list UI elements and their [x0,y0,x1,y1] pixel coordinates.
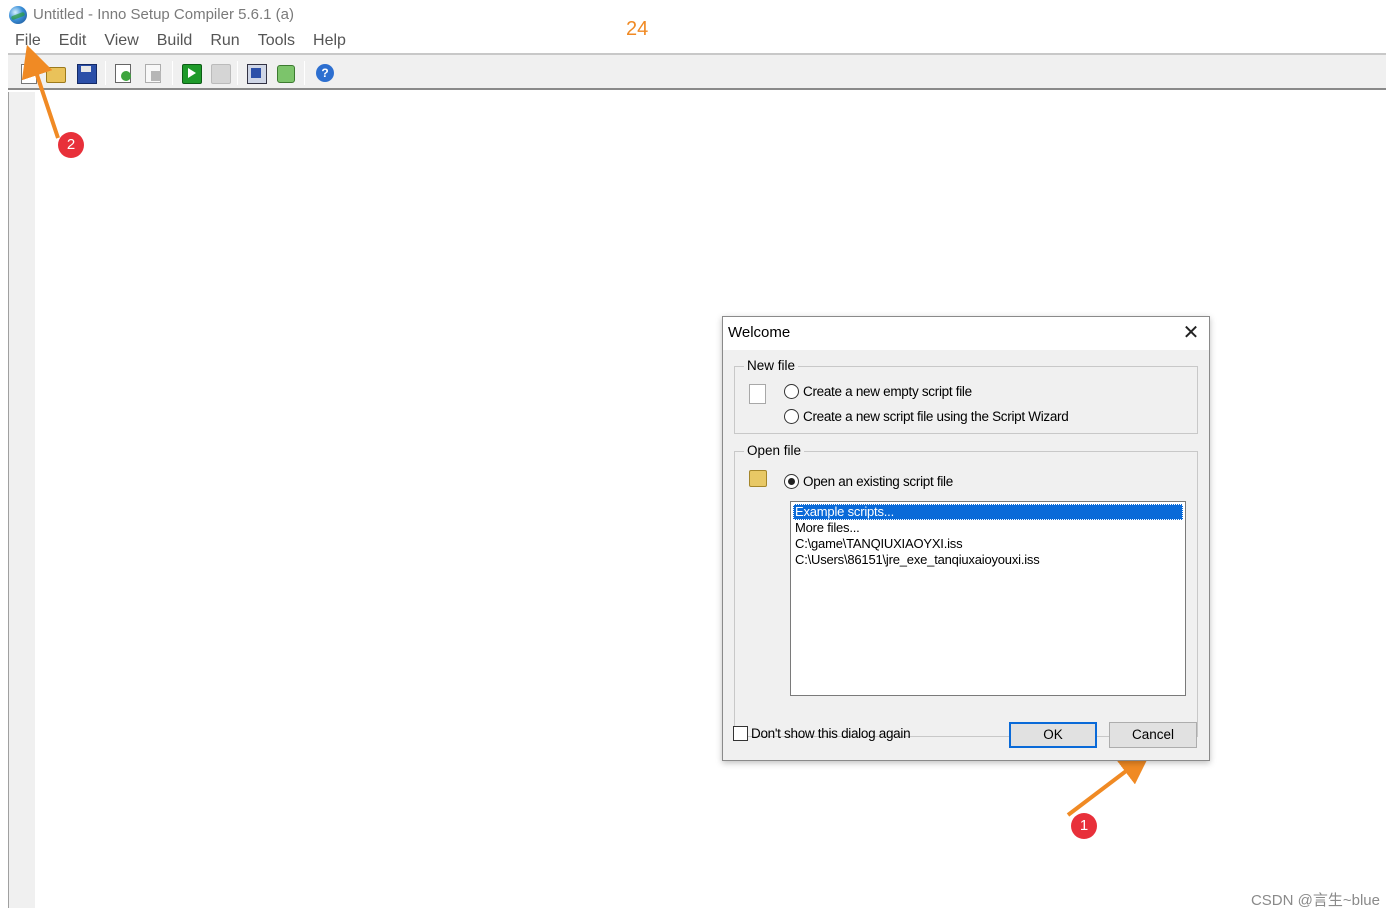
checkbox-label: Don't show this dialog again [751,726,911,741]
open-folder-icon[interactable] [44,62,66,84]
toolbar-separator [237,61,238,85]
radio-label: Create a new script file using the Scrip… [803,408,1069,424]
menu-tools[interactable]: Tools [249,30,304,52]
list-item[interactable]: Example scripts... [793,504,1183,520]
menu-bar: File Edit View Build Run Tools Help [6,30,355,52]
inno-setup-icon [9,6,27,24]
menu-edit[interactable]: Edit [50,30,96,52]
blank-file-icon [749,384,766,404]
recent-files-list[interactable]: Example scripts... More files... C:\game… [790,501,1186,696]
folder-icon [749,470,767,487]
run-icon[interactable] [180,62,202,84]
toolbar-separator [172,61,173,85]
ok-button[interactable]: OK [1009,722,1097,748]
list-item[interactable]: C:\Users\86151\jre_exe_tanqiuxaioyouxi.i… [793,552,1183,568]
dont-show-again[interactable]: Don't show this dialog again [733,726,911,741]
radio-button[interactable] [784,383,799,399]
list-item[interactable]: More files... [793,520,1183,536]
welcome-dialog: Welcome ✕ New file Create a new empty sc… [722,316,1210,761]
toolbar [8,55,1386,90]
target-setup-icon[interactable] [245,62,267,84]
menu-view[interactable]: View [95,30,147,52]
radio-label: Create a new empty script file [803,383,972,399]
menu-build[interactable]: Build [148,30,202,52]
checkbox[interactable] [733,726,748,741]
window-title: Untitled - Inno Setup Compiler 5.6.1 (a) [33,6,294,23]
pause-icon[interactable] [209,62,231,84]
menu-run[interactable]: Run [201,30,248,52]
help-icon[interactable] [314,62,336,84]
list-item[interactable]: C:\game\TANQIUXIAOYXI.iss [793,536,1183,552]
new-file-group: New file Create a new empty script file … [734,358,1198,434]
stop-compile-icon[interactable] [142,62,164,84]
dialog-title-bar: Welcome ✕ [723,317,1209,350]
cancel-button[interactable]: Cancel [1109,722,1197,748]
close-icon[interactable]: ✕ [1179,321,1203,345]
open-file-group: Open file Open an existing script file E… [734,443,1198,737]
menu-help[interactable]: Help [304,30,355,52]
new-file-label: New file [744,358,799,373]
title-bar: Untitled - Inno Setup Compiler 5.6.1 (a) [0,0,1388,30]
open-output-icon[interactable] [274,62,296,84]
dialog-title: Welcome [728,324,791,341]
annotation-badge-1: 1 [1071,813,1097,839]
watermark: CSDN @言生~blue [1250,892,1380,909]
new-file-icon[interactable] [18,62,40,84]
radio-label: Open an existing script file [803,473,953,489]
save-icon[interactable] [75,62,97,84]
compile-icon[interactable] [112,62,134,84]
radio-empty-script[interactable]: Create a new empty script file [784,382,972,400]
editor-gutter [9,92,35,908]
annotation-badge-2: 2 [58,132,84,158]
annotation-number: 24 [626,18,649,40]
radio-button[interactable] [784,408,799,424]
open-file-label: Open file [744,443,805,458]
toolbar-separator [105,61,106,85]
toolbar-separator [304,61,305,85]
menu-file[interactable]: File [6,30,50,52]
radio-script-wizard[interactable]: Create a new script file using the Scrip… [784,407,1069,425]
radio-button[interactable] [784,473,799,489]
radio-open-existing[interactable]: Open an existing script file [784,472,953,490]
